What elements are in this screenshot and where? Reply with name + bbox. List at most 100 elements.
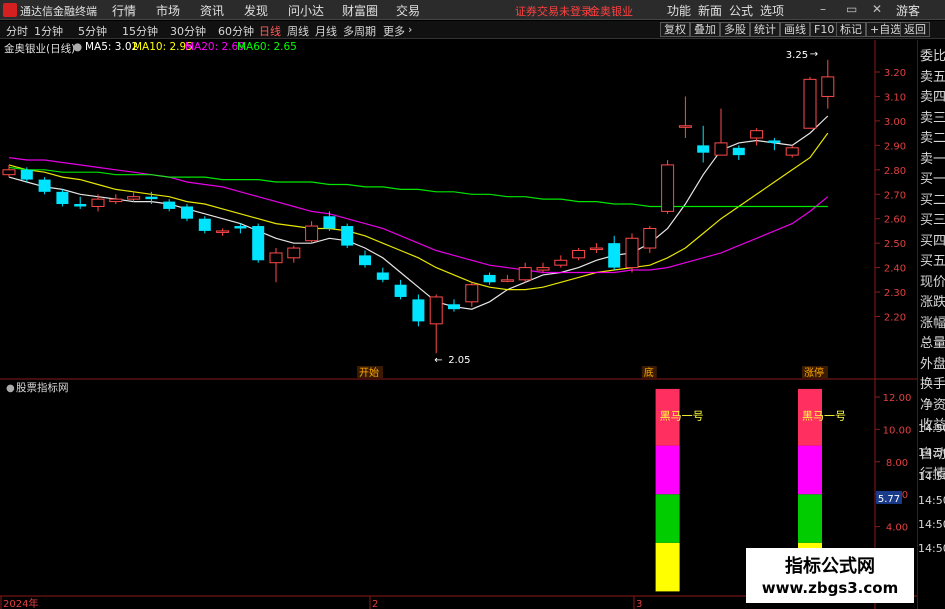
y-tick-label: 2.70 (884, 190, 906, 201)
quote-label: 卖一 (920, 151, 945, 167)
watermark-url: www.zbgs3.com (761, 579, 899, 597)
period-week[interactable]: 周线 (287, 23, 309, 39)
quote-label: 买二 (920, 192, 945, 208)
signal-marker: 开始 (359, 366, 379, 379)
menu-gongshi[interactable]: 公式 (729, 2, 753, 19)
menu-jiaoyi[interactable]: 交易 (396, 2, 420, 19)
more-chevron-icon[interactable]: › (408, 23, 412, 36)
marker-box (802, 366, 828, 378)
ma10-value: MA10: 2.95 (133, 41, 193, 53)
ma20-value: MA20: 2.69 (185, 41, 245, 53)
menu-hangqing[interactable]: 行情 (112, 2, 136, 19)
period-day[interactable]: 日线 (259, 23, 281, 39)
sub-y-tick-label: 8.00 (886, 458, 908, 469)
menu-shichang[interactable]: 市场 (156, 2, 180, 19)
x-tick-label: 2 (372, 599, 378, 609)
guest-label[interactable]: 游客 (896, 2, 920, 19)
quote-label: 委比 (920, 49, 945, 64)
minimize-icon[interactable]: – (820, 2, 826, 16)
quote-label: 外盘 (920, 356, 945, 372)
watermark: 指标公式网 www.zbgs3.com (746, 548, 914, 603)
ma5-value: MA5: 3.02 (85, 41, 139, 53)
header-stock-name: 金奥银业 (589, 5, 633, 18)
candle-body-up (109, 198, 123, 203)
indicator-bar-segment (655, 542, 680, 592)
y-tick-label: 2.90 (884, 141, 906, 152)
menu-xuanxiang[interactable]: 选项 (760, 2, 784, 19)
period-30min[interactable]: 30分钟 (170, 23, 206, 39)
btn-tongji[interactable]: 统计 (750, 22, 780, 37)
btn-biaoji[interactable]: 标记 (836, 22, 866, 37)
candle-body-down (198, 218, 211, 231)
ma-line-ma20 (8, 157, 829, 274)
btn-fanhui[interactable]: 返回 (900, 22, 930, 37)
signal-marker: 底 (644, 366, 654, 379)
menu-zixun[interactable]: 资讯 (200, 2, 224, 19)
period-more[interactable]: 更多 (383, 23, 405, 39)
btn-f10[interactable]: F10 (810, 22, 839, 37)
candle-body-up (589, 247, 603, 251)
candle-body-up (554, 259, 568, 266)
y-tick-label: 2.80 (884, 166, 906, 177)
period-month[interactable]: 月线 (315, 23, 337, 39)
quote-label: 现价 (920, 274, 945, 290)
menu-wenxiaoda[interactable]: 问小达 (288, 2, 324, 19)
candle-body-down (234, 226, 247, 229)
candle-body-up (2, 169, 16, 176)
watermark-title: 指标公式网 (785, 556, 875, 577)
quote-label: 换手 (920, 377, 945, 392)
candle-body-up (429, 296, 443, 325)
login-notice[interactable]: 证券交易未登录 (515, 3, 592, 19)
menu-faxian[interactable]: 发现 (244, 2, 268, 19)
menu-caifuquan[interactable]: 财富圈 (342, 2, 378, 19)
candle-body-down (608, 243, 621, 268)
candle-body-up (216, 230, 230, 233)
settings-dot-icon: ● (6, 383, 15, 394)
candle-body-up (821, 76, 835, 97)
candle-body-down (359, 255, 371, 266)
sub-time-label: 14:50 (918, 518, 945, 531)
quote-label: 卖五 (920, 69, 945, 85)
period-60min[interactable]: 60分钟 (218, 23, 254, 39)
quote-label: 总量 (920, 336, 945, 351)
btn-duogu[interactable]: 多股 (720, 22, 750, 37)
menu-gongneng[interactable]: 功能 (667, 2, 691, 19)
candle-body-up (465, 284, 479, 303)
menu-xinmian[interactable]: 新面 (698, 2, 722, 19)
restore-icon[interactable]: ▭ (846, 2, 857, 16)
quote-label: 净资 (920, 397, 945, 413)
candle-body-down (56, 191, 69, 205)
candle-body-down (448, 304, 460, 310)
ma-line-ma10 (8, 132, 829, 291)
btn-huaxian[interactable]: 画线 (780, 22, 810, 37)
y-tick-label: 2.50 (884, 239, 906, 250)
candle-body-down (163, 201, 176, 209)
quote-label: 卖三 (920, 110, 945, 126)
candle-body-down (394, 284, 407, 297)
btn-diejia[interactable]: 叠加 (690, 22, 720, 37)
period-fenshi[interactable]: 分时 (6, 23, 28, 39)
y-tick-label: 3.00 (884, 117, 906, 128)
candle-body-down (145, 196, 158, 200)
close-icon[interactable]: ✕ (872, 2, 882, 16)
candle-body-up (305, 225, 319, 242)
y-tick-label: 2.40 (884, 264, 906, 275)
candle-body-down (252, 226, 265, 261)
sub-chart-title: 股票指标网 (16, 381, 69, 394)
sub-y-tick-label: 6.00 (886, 490, 908, 501)
candle-body-up (287, 247, 301, 259)
sub-current-value-box (876, 490, 902, 504)
menu-bar: 通达信金融终端 行情 市场 资讯 发现 问小达 财富圈 交易 证券交易未登录 金… (0, 0, 945, 20)
candle-body-up (714, 142, 728, 156)
settings-dot-icon[interactable]: ● (73, 41, 82, 53)
candle-body-down (483, 274, 496, 283)
period-1min[interactable]: 1分钟 (34, 23, 63, 39)
period-5min[interactable]: 5分钟 (78, 23, 107, 39)
candle-body-down (376, 272, 389, 280)
quote-label: 卖四 (920, 90, 945, 105)
quote-label: 涨跌 (920, 295, 945, 310)
chart-canvas[interactable]: 3.20 3.10 3.00 2.90 2.80 2.70 2.60 2.50 2.40 2.30… (0, 0, 945, 609)
btn-fuquan[interactable]: 复权 (660, 22, 690, 37)
period-multi[interactable]: 多周期 (343, 23, 376, 39)
period-15min[interactable]: 15分钟 (122, 23, 158, 39)
